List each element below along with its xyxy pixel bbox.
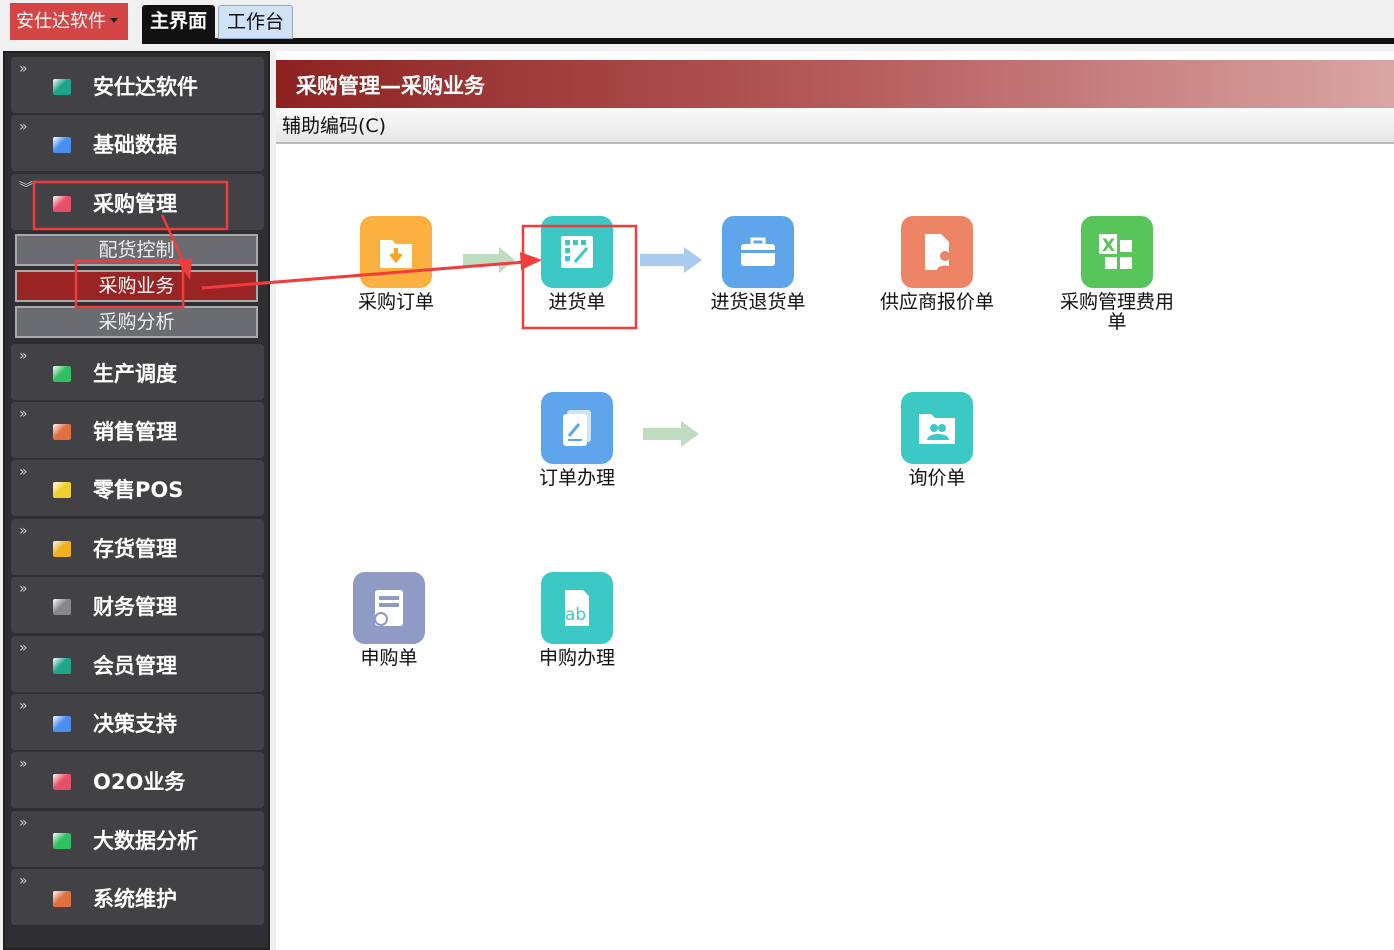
sidebar-item[interactable]: » 大数据分析 — [11, 811, 264, 867]
tile-label: 供应商报价单 — [879, 291, 994, 313]
sidebar-item-label: O2O业务 — [93, 770, 186, 794]
chevron-right-icon: » — [19, 523, 28, 539]
sidebar-item[interactable]: » 系统维护 — [11, 869, 264, 925]
module-icon — [53, 599, 71, 615]
tab-workbench[interactable]: 工作台 — [218, 5, 294, 39]
flow-arrow — [640, 247, 702, 273]
sidebar-item-label: 销售管理 — [93, 420, 177, 444]
sidebar-item[interactable]: » 销售管理 — [11, 402, 264, 458]
folder-download-icon — [360, 216, 432, 288]
module-tile[interactable]: 供应商报价单 — [867, 216, 1007, 312]
tab-main[interactable]: 主界面 — [142, 5, 216, 39]
folder-users-icon — [901, 392, 973, 464]
sidebar-item-label: 基础数据 — [93, 133, 177, 157]
tile-label: 询价单 — [908, 467, 966, 489]
chevron-right-icon: » — [19, 464, 28, 480]
svg-text:ab: ab — [565, 605, 586, 625]
briefcase-icon — [722, 216, 794, 288]
sidebar-item-label: 存货管理 — [93, 537, 177, 561]
tile-label: 进货退货单 — [710, 291, 806, 313]
sidebar-subitem[interactable]: 采购业务 — [15, 270, 258, 302]
sidebar-item-label: 安仕达软件 — [93, 75, 198, 99]
module-tile[interactable]: 订单办理 — [507, 392, 647, 488]
chevron-right-icon: » — [19, 581, 28, 597]
module-tile[interactable]: 申购单 — [319, 572, 459, 668]
top-bar: 安仕达软件 主界面 工作台 — [0, 0, 1394, 44]
form-check-icon — [353, 572, 425, 644]
tab-underline — [142, 38, 1394, 44]
sidebar-item-label: 决策支持 — [93, 712, 177, 736]
tile-label: 申购办理 — [538, 647, 615, 669]
flow-arrow — [643, 421, 699, 447]
module-icon — [53, 541, 71, 557]
sidebar-item[interactable]: » O2O业务 — [11, 752, 264, 808]
tile-label: 订单办理 — [538, 467, 615, 489]
chevron-right-icon: » — [19, 61, 28, 77]
chevron-right-icon: » — [19, 698, 28, 714]
tile-label: 采购管理费用单 — [1059, 291, 1174, 333]
sidebar-item-label: 采购管理 — [93, 192, 177, 216]
sidebar-subitem[interactable]: 配货控制 — [15, 234, 258, 266]
sidebar: » 安仕达软件 » 基础数据 ︾ 采购管理 » 生产调度 » 销售管理 » 零售POS » 存货管理 » 财务… — [3, 51, 270, 950]
sidebar-item-label: 财务管理 — [93, 595, 177, 619]
sidebar-item-label: 系统维护 — [93, 887, 177, 911]
module-icon — [53, 891, 71, 907]
aux-code-button[interactable]: 辅助编码(C) — [276, 108, 1394, 144]
sidebar-item[interactable]: » 生产调度 — [11, 344, 264, 400]
module-tile[interactable]: 进货单 — [507, 216, 647, 312]
module-icon — [53, 366, 71, 382]
chevron-down-icon: ︾ — [19, 181, 33, 197]
module-icon — [53, 716, 71, 732]
text-ab-icon: ab — [541, 572, 613, 644]
chevron-right-icon: » — [19, 406, 28, 422]
chevron-right-icon: » — [19, 348, 28, 364]
brand-label: 安仕达软件 — [16, 11, 106, 32]
sidebar-subitem[interactable]: 采购分析 — [15, 306, 258, 338]
module-tile[interactable]: X 采购管理费用单 — [1047, 216, 1187, 332]
tile-label: 进货单 — [548, 291, 606, 313]
module-icon — [53, 658, 71, 674]
svg-text:X: X — [1102, 236, 1115, 256]
sidebar-item-label: 生产调度 — [93, 362, 177, 386]
chevron-right-icon: » — [19, 873, 28, 889]
sidebar-item[interactable]: » 零售POS — [11, 460, 264, 516]
document-pen-icon — [541, 392, 613, 464]
sidebar-item[interactable]: » 财务管理 — [11, 577, 264, 633]
sidebar-item[interactable]: » 存货管理 — [11, 519, 264, 575]
document-person-icon — [901, 216, 973, 288]
chevron-right-icon: » — [19, 815, 28, 831]
brand-menu-button[interactable]: 安仕达软件 — [10, 3, 128, 40]
page-title: 采购管理—采购业务 — [276, 60, 1394, 108]
excel-icon: X — [1081, 216, 1153, 288]
module-tile[interactable]: 进货退货单 — [688, 216, 828, 312]
module-icon — [53, 482, 71, 498]
module-tile[interactable]: 采购订单 — [326, 216, 466, 312]
sidebar-item-label: 大数据分析 — [93, 829, 198, 853]
sidebar-item-label: 零售POS — [93, 478, 184, 502]
sidebar-item[interactable]: » 基础数据 — [11, 115, 264, 171]
tile-label: 申购单 — [360, 647, 418, 669]
module-tile[interactable]: 询价单 — [867, 392, 1007, 488]
module-tile[interactable]: ab 申购办理 — [507, 572, 647, 668]
module-icon — [53, 424, 71, 440]
chevron-right-icon: » — [19, 640, 28, 656]
sidebar-item[interactable]: ︾ 采购管理 — [11, 174, 264, 230]
flow-arrow — [463, 247, 515, 273]
sidebar-item[interactable]: » 安仕达软件 — [11, 57, 264, 113]
module-icon — [53, 833, 71, 849]
module-icon — [53, 774, 71, 790]
sidebar-item-label: 会员管理 — [93, 654, 177, 678]
module-icon — [53, 196, 71, 212]
caret-down-icon — [110, 17, 118, 27]
edit-grid-icon — [541, 216, 613, 288]
chevron-right-icon: » — [19, 756, 28, 772]
chevron-right-icon: » — [19, 119, 28, 135]
tile-label: 采购订单 — [357, 291, 434, 313]
sidebar-item[interactable]: » 会员管理 — [11, 636, 264, 692]
main-panel: 采购管理—采购业务 辅助编码(C) 采购订单 进货单 进货退货单 供应商报价单 X 采购管… — [276, 51, 1394, 950]
sidebar-item[interactable]: » 决策支持 — [11, 694, 264, 750]
module-icon — [53, 79, 71, 95]
module-icon — [53, 137, 71, 153]
